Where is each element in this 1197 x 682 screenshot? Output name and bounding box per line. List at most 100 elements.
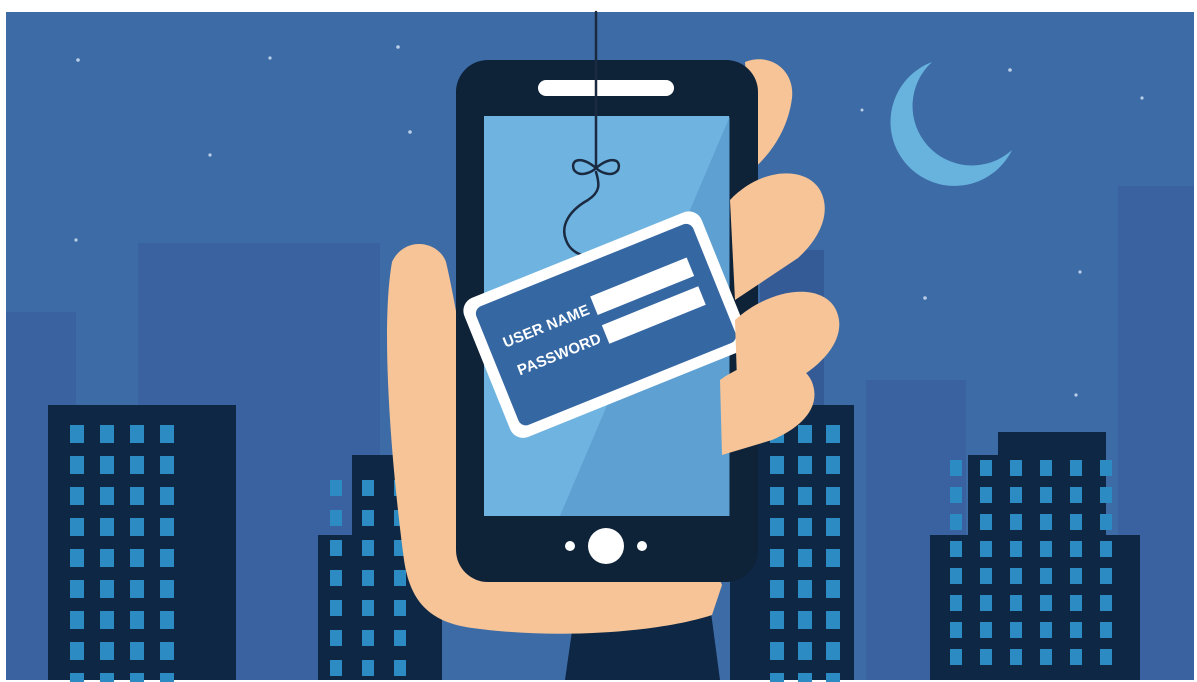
building-window: [330, 660, 342, 676]
building-window: [1040, 568, 1052, 584]
building-window: [798, 611, 812, 629]
building-window: [770, 456, 784, 474]
building-window: [826, 456, 840, 474]
building-window: [950, 568, 962, 584]
building-window: [798, 425, 812, 443]
building-window: [160, 549, 174, 567]
building-window: [394, 630, 406, 646]
building-window: [160, 580, 174, 598]
building-window: [1070, 541, 1082, 557]
building-window: [798, 580, 812, 598]
building-window: [130, 611, 144, 629]
building-window: [1010, 514, 1022, 530]
building-window: [770, 580, 784, 598]
building-window: [826, 580, 840, 598]
building-window: [70, 518, 84, 536]
building-window: [1010, 460, 1022, 476]
building-window: [826, 425, 840, 443]
building-window: [160, 611, 174, 629]
building-window: [1040, 514, 1052, 530]
building-window: [330, 570, 342, 586]
building-window: [950, 622, 962, 638]
building-window: [1040, 649, 1052, 665]
building-window: [770, 673, 784, 682]
building-window: [1070, 460, 1082, 476]
building-window: [330, 480, 342, 496]
building-window: [770, 611, 784, 629]
building-window: [1040, 541, 1052, 557]
building-window: [1100, 487, 1112, 503]
building-window: [826, 549, 840, 567]
building-window: [362, 540, 374, 556]
building-window: [950, 514, 962, 530]
building-window: [1010, 487, 1022, 503]
building-window: [394, 570, 406, 586]
building-window: [980, 514, 992, 530]
building-window: [980, 460, 992, 476]
building-window: [1100, 514, 1112, 530]
building-window: [1070, 595, 1082, 611]
building-window: [70, 425, 84, 443]
building-window: [160, 487, 174, 505]
building-window: [100, 580, 114, 598]
building-window: [1010, 622, 1022, 638]
building-window: [1100, 460, 1112, 476]
building-window: [1010, 568, 1022, 584]
building-window: [950, 649, 962, 665]
building-window: [1040, 487, 1052, 503]
building-window: [70, 549, 84, 567]
building-window: [362, 570, 374, 586]
building-window: [1010, 541, 1022, 557]
building-window: [330, 510, 342, 526]
building-window: [950, 460, 962, 476]
building-window: [826, 611, 840, 629]
building-window: [798, 518, 812, 536]
building-window: [1100, 541, 1112, 557]
building-window: [130, 673, 144, 682]
building-window: [100, 673, 114, 682]
building-window: [362, 600, 374, 616]
building-window: [130, 642, 144, 660]
building-window: [100, 611, 114, 629]
building-window: [798, 642, 812, 660]
building-window: [798, 487, 812, 505]
building-window: [1100, 649, 1112, 665]
building-window: [160, 456, 174, 474]
building-window: [130, 425, 144, 443]
building-window: [1070, 487, 1082, 503]
building-window: [362, 510, 374, 526]
building-window: [1070, 514, 1082, 530]
building-window: [130, 487, 144, 505]
building-window: [130, 456, 144, 474]
building-window: [826, 487, 840, 505]
building-window: [770, 642, 784, 660]
building-window: [798, 549, 812, 567]
building-window: [100, 456, 114, 474]
building-window: [330, 540, 342, 556]
building-window: [770, 518, 784, 536]
building-window: [160, 425, 174, 443]
building-window: [1040, 622, 1052, 638]
building-window: [950, 487, 962, 503]
building-window: [330, 600, 342, 616]
building-window: [1100, 568, 1112, 584]
building-window: [394, 600, 406, 616]
building-window: [980, 541, 992, 557]
building-window: [826, 673, 840, 682]
building-window: [70, 456, 84, 474]
building-window: [1040, 460, 1052, 476]
building-window: [1040, 595, 1052, 611]
building-window: [1100, 595, 1112, 611]
building-window: [100, 549, 114, 567]
building-window: [70, 673, 84, 682]
building-window: [980, 595, 992, 611]
building-window: [980, 487, 992, 503]
building-window: [130, 518, 144, 536]
building-window: [100, 425, 114, 443]
building-window: [130, 580, 144, 598]
building-window: [798, 673, 812, 682]
phishing-illustration: USER NAME PASSWORD: [0, 0, 1197, 682]
building-window: [362, 660, 374, 676]
building-window: [798, 456, 812, 474]
building-right: [930, 432, 1140, 680]
